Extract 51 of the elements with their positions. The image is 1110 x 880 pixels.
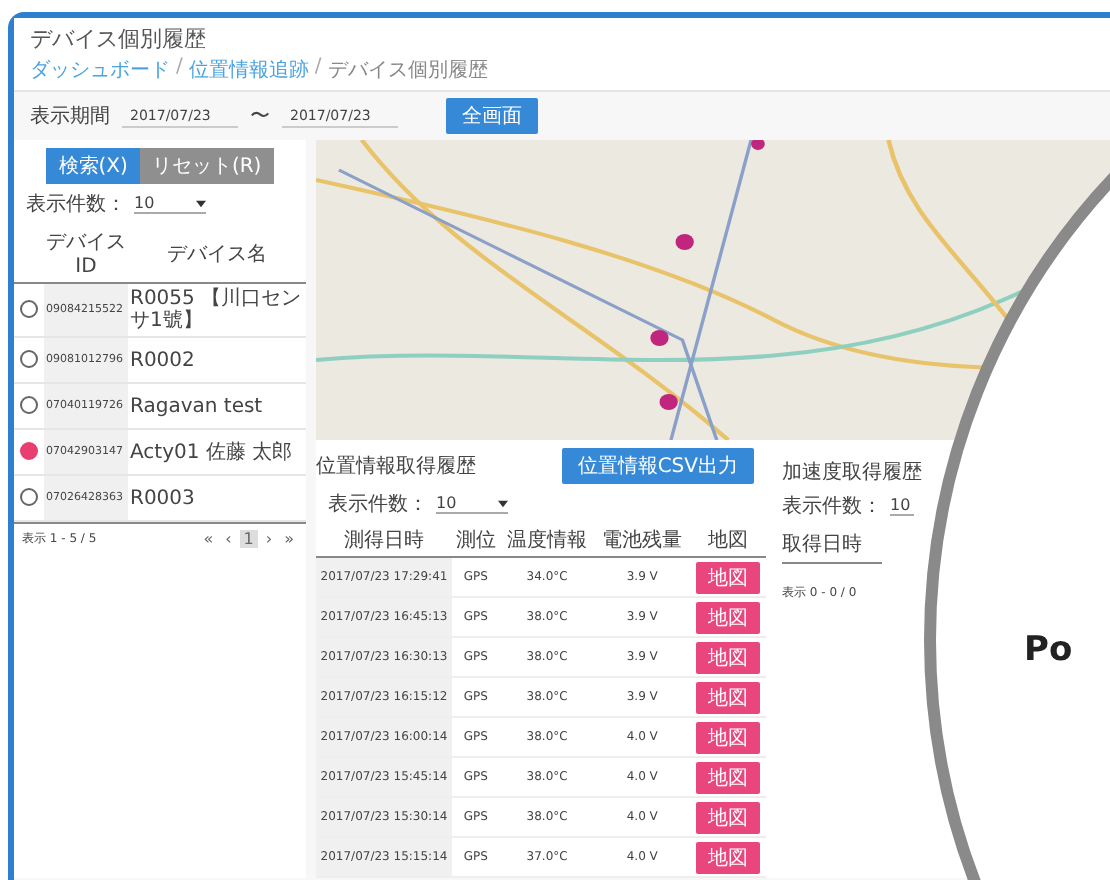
overlay-text: Po xyxy=(1024,630,1073,670)
map-button[interactable]: 地図 xyxy=(695,801,760,833)
map-button[interactable]: 地図 xyxy=(695,721,760,753)
pagination-link[interactable]: » xyxy=(280,530,298,548)
column-header[interactable]: デバイス名 xyxy=(128,224,306,283)
page-size-select[interactable]: 10 xyxy=(134,194,206,214)
table-cell: Acty01 佐藤 太郎 xyxy=(128,429,306,475)
section-title: 加速度取得履歴 xyxy=(782,462,922,484)
column-header[interactable]: 電池残量 xyxy=(594,524,690,557)
period-label: 表示期間 xyxy=(30,103,110,130)
map-button[interactable]: 地図 xyxy=(695,681,760,713)
page-size-label: 表示件数： xyxy=(782,493,882,520)
column-header[interactable]: 取得日時 xyxy=(782,526,882,563)
page-size-select[interactable]: 10 xyxy=(890,496,914,516)
pagination-link[interactable]: ‹ xyxy=(221,530,236,548)
range-separator: 〜 xyxy=(250,104,270,130)
table-cell: R0055 【川口センサ1號】 xyxy=(128,283,306,337)
map-button[interactable]: 地図 xyxy=(695,761,760,793)
map-button[interactable]: 全画面 xyxy=(446,98,538,134)
radio-button[interactable] xyxy=(20,395,38,413)
pagination-link[interactable]: « xyxy=(199,530,218,548)
tab[interactable]: リセット(R) xyxy=(139,148,274,184)
map-button[interactable]: 地図 xyxy=(695,601,760,633)
page-size-label: 表示件数： xyxy=(26,191,126,218)
caret-icon xyxy=(498,499,508,507)
pagination-link[interactable]: 1 xyxy=(239,530,258,548)
csv-export-button[interactable]: 位置情報CSV出力 xyxy=(561,448,754,484)
breadcrumb-separator: / xyxy=(176,56,183,82)
column-header[interactable]: 測位 xyxy=(452,524,500,557)
map-button[interactable]: 地図 xyxy=(695,841,760,873)
breadcrumb-separator: / xyxy=(314,56,322,82)
page-size-select[interactable]: 10 xyxy=(436,494,508,514)
column-header[interactable]: 温度情報 xyxy=(499,524,595,557)
table-cell: Ragavan test xyxy=(128,383,306,429)
page-title: デバイス個別履歴 xyxy=(30,24,208,54)
table-cell: R0003 xyxy=(128,475,306,521)
section-title: 位置情報取得履歴 xyxy=(316,453,476,480)
breadcrumb-item: デバイス個別履歴 xyxy=(327,58,488,84)
radio-button[interactable] xyxy=(20,487,38,505)
tab[interactable]: 検索(X) xyxy=(46,148,140,184)
table-cell: R0002 xyxy=(128,337,306,383)
radio-button[interactable] xyxy=(20,349,38,367)
pagination-link[interactable]: › xyxy=(261,530,277,548)
radio-button[interactable] xyxy=(20,441,38,459)
page-size-label: 表示件数： xyxy=(328,491,428,518)
map-button[interactable]: 地図 xyxy=(695,561,760,593)
map-button[interactable]: 地図 xyxy=(695,641,760,673)
caret-icon xyxy=(196,199,206,207)
map-drawing[interactable] xyxy=(316,140,1110,440)
radio-button[interactable] xyxy=(20,299,38,317)
column-header[interactable]: 地図 xyxy=(689,524,766,557)
